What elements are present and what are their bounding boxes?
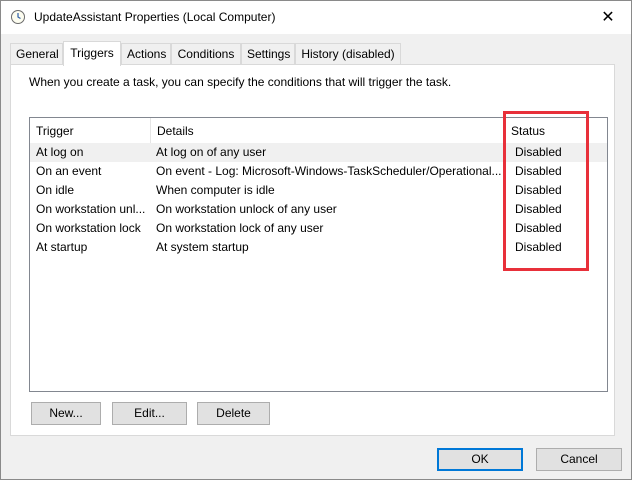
details-cell: On event - Log: Microsoft-Windows-TaskSc… xyxy=(156,164,502,178)
tab-settings[interactable]: Settings xyxy=(241,43,295,64)
trigger-cell: On workstation unl... xyxy=(36,202,146,216)
trigger-cell: At log on xyxy=(36,145,84,159)
trigger-cell: At startup xyxy=(36,240,88,254)
details-cell: On workstation lock of any user xyxy=(156,221,324,235)
table-row[interactable]: On workstation lock On workstation lock … xyxy=(30,219,607,238)
tab-general[interactable]: General xyxy=(10,43,63,64)
tab-conditions[interactable]: Conditions xyxy=(171,43,241,64)
tab-actions[interactable]: Actions xyxy=(121,43,171,64)
details-cell: On workstation unlock of any user xyxy=(156,202,337,216)
triggers-panel: When you create a task, you can specify … xyxy=(10,64,615,436)
title-bar[interactable]: UpdateAssistant Properties (Local Comput… xyxy=(1,1,631,34)
details-cell: At system startup xyxy=(156,240,249,254)
properties-window: UpdateAssistant Properties (Local Comput… xyxy=(0,0,632,480)
status-cell: Disabled xyxy=(515,202,562,216)
column-header-details[interactable]: Details xyxy=(151,118,504,143)
column-header-trigger[interactable]: Trigger xyxy=(30,118,150,143)
details-cell: When computer is idle xyxy=(156,183,275,197)
status-cell: Disabled xyxy=(515,145,562,159)
status-cell: Disabled xyxy=(515,221,562,235)
status-cell: Disabled xyxy=(515,164,562,178)
trigger-cell: On idle xyxy=(36,183,75,197)
trigger-cell: On workstation lock xyxy=(36,221,141,235)
triggers-description: When you create a task, you can specify … xyxy=(29,75,452,89)
tab-triggers[interactable]: Triggers xyxy=(63,41,121,66)
cancel-button[interactable]: Cancel xyxy=(536,448,622,471)
table-row[interactable]: At log on At log on of any user Disabled xyxy=(30,143,607,162)
ok-button[interactable]: OK xyxy=(437,448,523,471)
new-trigger-button[interactable]: New... xyxy=(31,402,101,425)
status-cell: Disabled xyxy=(515,240,562,254)
triggers-list[interactable]: Trigger Details Status At log on At log … xyxy=(29,117,608,392)
clock-icon xyxy=(11,10,25,24)
status-cell: Disabled xyxy=(515,183,562,197)
table-row[interactable]: On an event On event - Log: Microsoft-Wi… xyxy=(30,162,607,181)
column-header-status[interactable]: Status xyxy=(505,118,605,143)
list-header: Trigger Details Status xyxy=(30,118,607,143)
table-row[interactable]: At startup At system startup Disabled xyxy=(30,238,607,257)
close-button[interactable]: ✕ xyxy=(585,1,631,33)
edit-trigger-button[interactable]: Edit... xyxy=(112,402,187,425)
trigger-cell: On an event xyxy=(36,164,102,178)
window-title: UpdateAssistant Properties (Local Comput… xyxy=(34,10,276,24)
table-row[interactable]: On idle When computer is idle Disabled xyxy=(30,181,607,200)
table-row[interactable]: On workstation unl... On workstation unl… xyxy=(30,200,607,219)
delete-trigger-button[interactable]: Delete xyxy=(197,402,270,425)
details-cell: At log on of any user xyxy=(156,145,267,159)
close-icon: ✕ xyxy=(601,9,615,26)
tab-history[interactable]: History (disabled) xyxy=(295,43,401,64)
